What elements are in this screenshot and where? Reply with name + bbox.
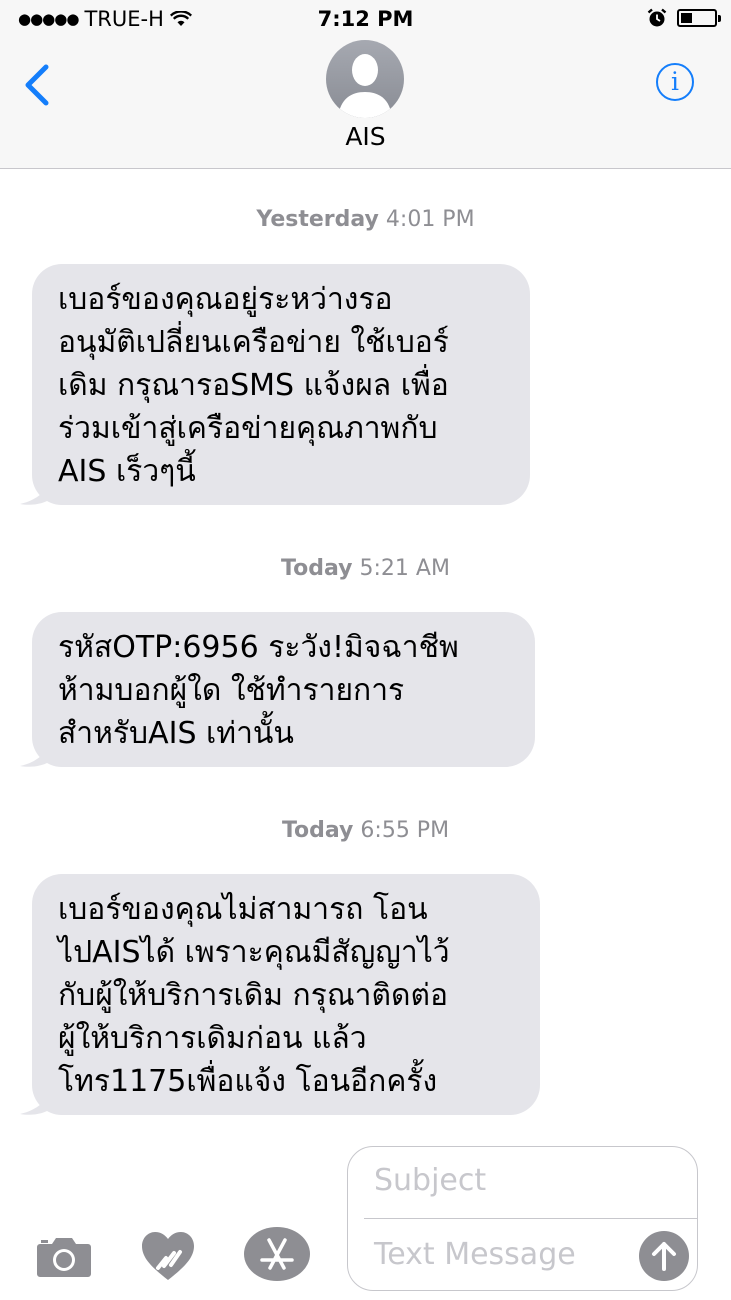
message-line: สำหรับAIS เท่านั้น: [58, 716, 294, 751]
timestamp-day: Today: [281, 818, 354, 843]
info-icon[interactable]: i: [656, 63, 694, 101]
message-bubble[interactable]: เบอร์ของคุณอยู่ระหว่างรอ อนุมัติเปลี่ยนเ…: [32, 264, 530, 505]
send-button[interactable]: [639, 1231, 689, 1281]
status-time: 7:12 PM: [317, 7, 414, 31]
timestamp-day: Today: [281, 556, 353, 581]
timestamp-time: 5:21 AM: [359, 556, 450, 581]
status-right: [647, 8, 721, 28]
message-line: เบอร์ของคุณไม่สามารถ โอน: [58, 892, 428, 927]
digital-touch-icon[interactable]: [140, 1230, 196, 1282]
status-bar: ●●●●● TRUE-H 7:12 PM: [0, 0, 731, 40]
app-store-icon[interactable]: [244, 1226, 310, 1282]
subject-input[interactable]: Subject: [374, 1163, 486, 1198]
message-line: ห้ามบอกผู้ใด ใช้ทำรายการ: [58, 673, 405, 708]
timestamp-time: 4:01 PM: [385, 207, 475, 232]
timestamp: Yesterday 4:01 PM: [0, 207, 731, 232]
timestamp-time: 6:55 PM: [360, 818, 450, 843]
contact-name[interactable]: AIS: [0, 122, 731, 151]
chevron-left-icon: [25, 64, 49, 106]
message-bubble[interactable]: เบอร์ของคุณไม่สามารถ โอน ไปAISได้ เพราะค…: [32, 874, 540, 1115]
message-input-box: Subject Text Message: [347, 1146, 698, 1291]
camera-icon[interactable]: [36, 1234, 92, 1278]
timestamp-day: Yesterday: [256, 207, 379, 232]
message-line: เดิม กรุณารอSMS แจ้งผล เพื่อ: [58, 368, 449, 403]
nav-bar: AIS i: [0, 40, 731, 169]
timestamp: Today 5:21 AM: [0, 556, 731, 581]
input-divider: [364, 1218, 697, 1219]
alarm-icon: [647, 8, 667, 27]
battery-fill: [681, 13, 693, 23]
message-line: AIS เร็วๆนี้: [58, 454, 196, 489]
message-line: ไปAISได้ เพราะคุณมีสัญญาไว้: [58, 935, 450, 970]
compose-bar: Subject Text Message: [0, 1130, 731, 1300]
message-line: กับผู้ให้บริการเดิม กรุณาติดต่อ: [58, 978, 448, 1013]
send-arrow-icon: [652, 1242, 676, 1271]
avatar[interactable]: [326, 40, 404, 118]
message-line: ผู้ให้บริการเดิมก่อน แล้ว: [58, 1021, 367, 1056]
battery-icon: [677, 9, 721, 27]
message-bubble[interactable]: รหัสOTP:6956 ระวัง!มิจฉาชีพ ห้ามบอกผู้ใด…: [32, 612, 535, 767]
message-line: โทร1175เพื่อแจ้ง โอนอีกครั้ง: [58, 1064, 438, 1099]
timestamp: Today 6:55 PM: [0, 818, 731, 843]
message-line: ร่วมเข้าสู่เครือข่ายคุณภาพกับ: [58, 411, 438, 446]
back-button[interactable]: [18, 60, 58, 110]
person-silhouette-icon: [338, 54, 392, 118]
message-line: เบอร์ของคุณอยู่ระหว่างรอ: [58, 282, 393, 317]
message-input[interactable]: Text Message: [374, 1237, 576, 1272]
message-line: รหัสOTP:6956 ระวัง!มิจฉาชีพ: [58, 630, 459, 665]
message-line: อนุมัติเปลี่ยนเครือข่าย ใช้เบอร์: [58, 325, 449, 360]
